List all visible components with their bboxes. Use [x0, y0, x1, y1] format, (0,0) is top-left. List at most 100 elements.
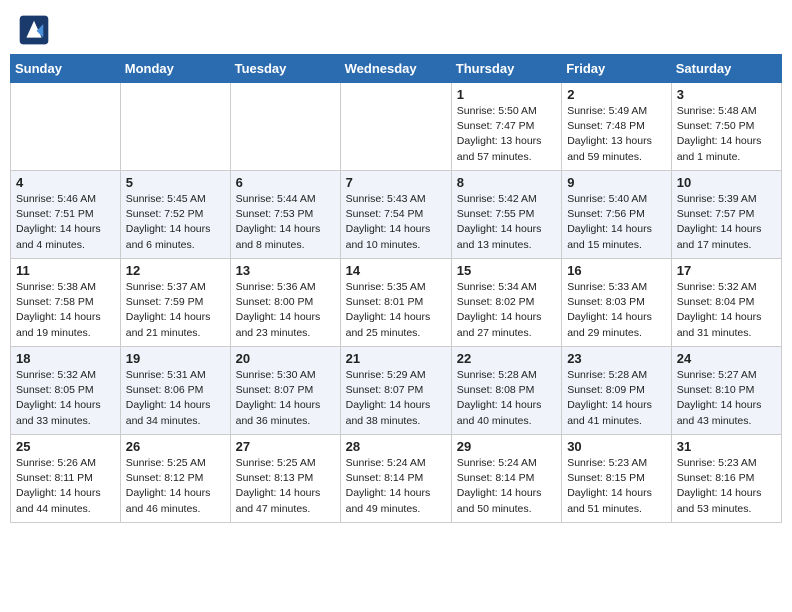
calendar-cell: 6 Sunrise: 5:44 AMSunset: 7:53 PMDaylight…	[230, 171, 340, 259]
sun-info: Sunset: 8:07 PM	[236, 384, 314, 396]
calendar-cell: 15Sunrise: 5:34 AMSunset: 8:02 PMDayligh…	[451, 259, 561, 347]
daylight-hours-label: Daylight: 14 hours	[16, 311, 101, 323]
day-number: 8	[457, 175, 556, 190]
day-number: 28	[346, 439, 446, 454]
sun-info: Sunrise: 5:28 AM	[567, 369, 647, 381]
daylight-hours-label: Daylight: 14 hours	[567, 487, 652, 499]
sun-info: and 47 minutes.	[236, 503, 311, 515]
daylight-hours-label: Daylight: 14 hours	[457, 487, 542, 499]
day-info: Sunrise: 5:44 AMSunset: 7:53 PMDaylight:…	[236, 192, 335, 253]
page: { "header": { "logo_line1": "General", "…	[0, 0, 792, 533]
sun-info: Sunset: 7:56 PM	[567, 208, 645, 220]
calendar-cell	[230, 83, 340, 171]
day-number: 13	[236, 263, 335, 278]
day-info: Sunrise: 5:33 AMSunset: 8:03 PMDaylight:…	[567, 280, 666, 341]
sun-info: and 57 minutes.	[457, 151, 532, 163]
day-info: Sunrise: 5:23 AMSunset: 8:15 PMDaylight:…	[567, 456, 666, 517]
calendar-cell: 8Sunrise: 5:42 AMSunset: 7:55 PMDaylight…	[451, 171, 561, 259]
daylight-hours-label: Daylight: 14 hours	[677, 487, 762, 499]
daylight-hours-label: Daylight: 14 hours	[677, 223, 762, 235]
day-info: Sunrise: 5:43 AMSunset: 7:54 PMDaylight:…	[346, 192, 446, 253]
sun-info: Sunset: 7:47 PM	[457, 120, 535, 132]
sun-info: Sunrise: 5:31 AM	[126, 369, 206, 381]
day-number: 7	[346, 175, 446, 190]
daylight-hours-label: Daylight: 14 hours	[16, 399, 101, 411]
day-info: Sunrise: 5:31 AMSunset: 8:06 PMDaylight:…	[126, 368, 225, 429]
calendar-cell: 22Sunrise: 5:28 AMSunset: 8:08 PMDayligh…	[451, 347, 561, 435]
day-info: Sunrise: 5:49 AMSunset: 7:48 PMDaylight:…	[567, 104, 666, 165]
sun-info: Sunset: 7:51 PM	[16, 208, 94, 220]
sun-info: Sunrise: 5:23 AM	[677, 457, 757, 469]
sun-info: Sunrise: 5:42 AM	[457, 193, 537, 205]
sun-info: Sunrise: 5:46 AM	[16, 193, 96, 205]
day-number: 11	[16, 263, 115, 278]
sun-info: Sunrise: 5:30 AM	[236, 369, 316, 381]
calendar-cell: 26Sunrise: 5:25 AMSunset: 8:12 PMDayligh…	[120, 435, 230, 523]
sun-info: Sunrise: 5:25 AM	[126, 457, 206, 469]
day-info: Sunrise: 5:40 AMSunset: 7:56 PMDaylight:…	[567, 192, 666, 253]
calendar-cell: 31Sunrise: 5:23 AMSunset: 8:16 PMDayligh…	[671, 435, 781, 523]
sun-info: Sunset: 8:13 PM	[236, 472, 314, 484]
day-info: Sunrise: 5:45 AMSunset: 7:52 PMDaylight:…	[126, 192, 225, 253]
sun-info: Sunrise: 5:39 AM	[677, 193, 757, 205]
daylight-hours-label: Daylight: 14 hours	[346, 223, 431, 235]
daylight-hours-label: Daylight: 14 hours	[677, 135, 762, 147]
daylight-hours-label: Daylight: 14 hours	[16, 487, 101, 499]
sun-info: Sunset: 8:04 PM	[677, 296, 755, 308]
day-info: Sunrise: 5:23 AMSunset: 8:16 PMDaylight:…	[677, 456, 776, 517]
daylight-hours-label: Daylight: 14 hours	[567, 223, 652, 235]
sun-info: Sunset: 7:48 PM	[567, 120, 645, 132]
daylight-hours-label: Daylight: 14 hours	[457, 311, 542, 323]
sun-info: Sunrise: 5:48 AM	[677, 105, 757, 117]
day-info: Sunrise: 5:36 AMSunset: 8:00 PMDaylight:…	[236, 280, 335, 341]
daylight-hours-label: Daylight: 14 hours	[126, 487, 211, 499]
day-number: 6	[236, 175, 335, 190]
calendar-cell: 24Sunrise: 5:27 AMSunset: 8:10 PMDayligh…	[671, 347, 781, 435]
col-header-sunday: Sunday	[11, 55, 121, 83]
daylight-hours-label: Daylight: 14 hours	[567, 399, 652, 411]
sun-info: and 31 minutes.	[677, 327, 752, 339]
calendar-cell: 18Sunrise: 5:32 AMSunset: 8:05 PMDayligh…	[11, 347, 121, 435]
day-info: Sunrise: 5:28 AM Sunset: 8:09 PM Daylight:…	[567, 368, 666, 429]
calendar-cell	[11, 83, 121, 171]
day-number: 23	[567, 351, 666, 366]
col-header-friday: Friday	[562, 55, 672, 83]
daylight-hours-label: Daylight: 14 hours	[126, 223, 211, 235]
day-number: 21	[346, 351, 446, 366]
sun-info: and 50 minutes.	[457, 503, 532, 515]
sun-info: Sunrise: 5:34 AM	[457, 281, 537, 293]
day-number: 14	[346, 263, 446, 278]
calendar-cell: 28Sunrise: 5:24 AMSunset: 8:14 PMDayligh…	[340, 435, 451, 523]
day-info: Sunrise: 5:34 AMSunset: 8:02 PMDaylight:…	[457, 280, 556, 341]
calendar-cell: 30 Sunrise: 5:23 AMSunset: 8:15 PMDayligh…	[562, 435, 672, 523]
sun-info: and 51 minutes.	[567, 503, 642, 515]
calendar-cell: 14Sunrise: 5:35 AMSunset: 8:01 PMDayligh…	[340, 259, 451, 347]
sun-info: Sunset: 8:06 PM	[126, 384, 204, 396]
sun-info: Sunrise: 5:49 AM	[567, 105, 647, 117]
day-number: 30	[567, 439, 666, 454]
sun-info: and 6 minutes.	[126, 239, 195, 251]
col-header-thursday: Thursday	[451, 55, 561, 83]
sun-info: and 59 minutes.	[567, 151, 642, 163]
sun-info: Sunrise: 5:50 AM	[457, 105, 537, 117]
sun-info: Sunset: 8:09 PM	[567, 384, 645, 396]
day-number: 18	[16, 351, 115, 366]
day-number: 29	[457, 439, 556, 454]
sun-info: and 23 minutes.	[236, 327, 311, 339]
sun-info: Sunrise: 5:33 AM	[567, 281, 647, 293]
sun-info: and 15 minutes.	[567, 239, 642, 251]
sun-info: Sunrise: 5:37 AM	[126, 281, 206, 293]
sun-info: Sunset: 8:01 PM	[346, 296, 424, 308]
day-number: 12	[126, 263, 225, 278]
sun-info: and 46 minutes.	[126, 503, 201, 515]
header	[0, 0, 792, 54]
sun-info: and 49 minutes.	[346, 503, 421, 515]
col-header-wednesday: Wednesday	[340, 55, 451, 83]
daylight-hours-label: Daylight: 14 hours	[16, 223, 101, 235]
calendar-cell: 10Sunrise: 5:39 AMSunset: 7:57 PMDayligh…	[671, 171, 781, 259]
day-info: Sunrise: 5:32 AMSunset: 8:04 PMDaylight:…	[677, 280, 776, 341]
sun-info: Sunrise: 5:36 AM	[236, 281, 316, 293]
day-info: Sunrise: 5:38 AMSunset: 7:58 PMDaylight:…	[16, 280, 115, 341]
day-info: Sunrise: 5:30 AMSunset: 8:07 PMDaylight:…	[236, 368, 335, 429]
calendar-cell: 2Sunrise: 5:49 AMSunset: 7:48 PMDaylight…	[562, 83, 672, 171]
